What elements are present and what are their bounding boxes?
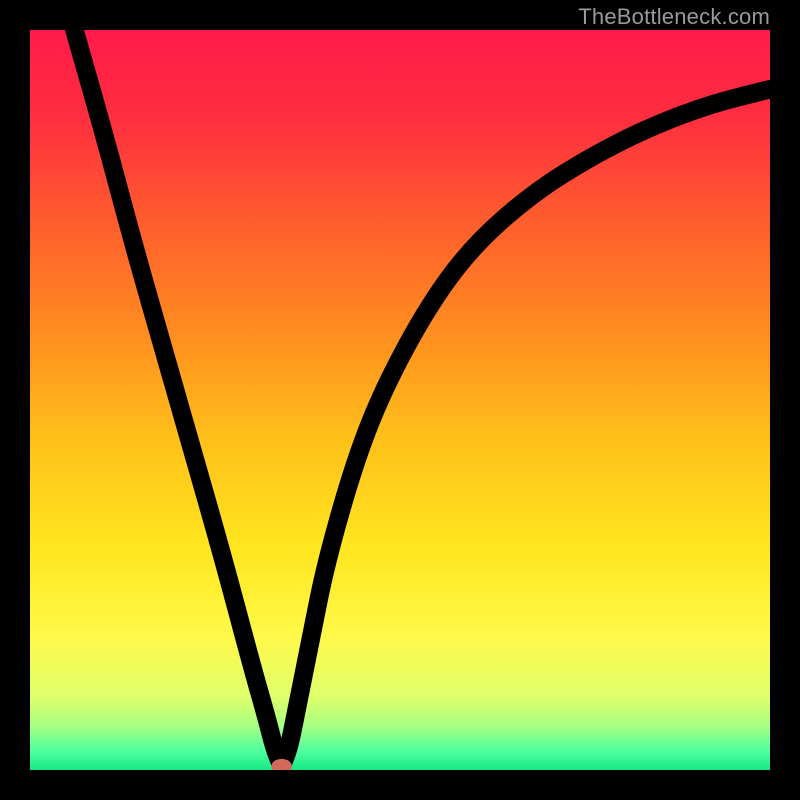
watermark-text: TheBottleneck.com [578,4,770,30]
bottleneck-curve [74,30,770,766]
curve-layer [30,30,770,770]
plot-area [30,30,770,770]
chart-frame: TheBottleneck.com [0,0,800,800]
